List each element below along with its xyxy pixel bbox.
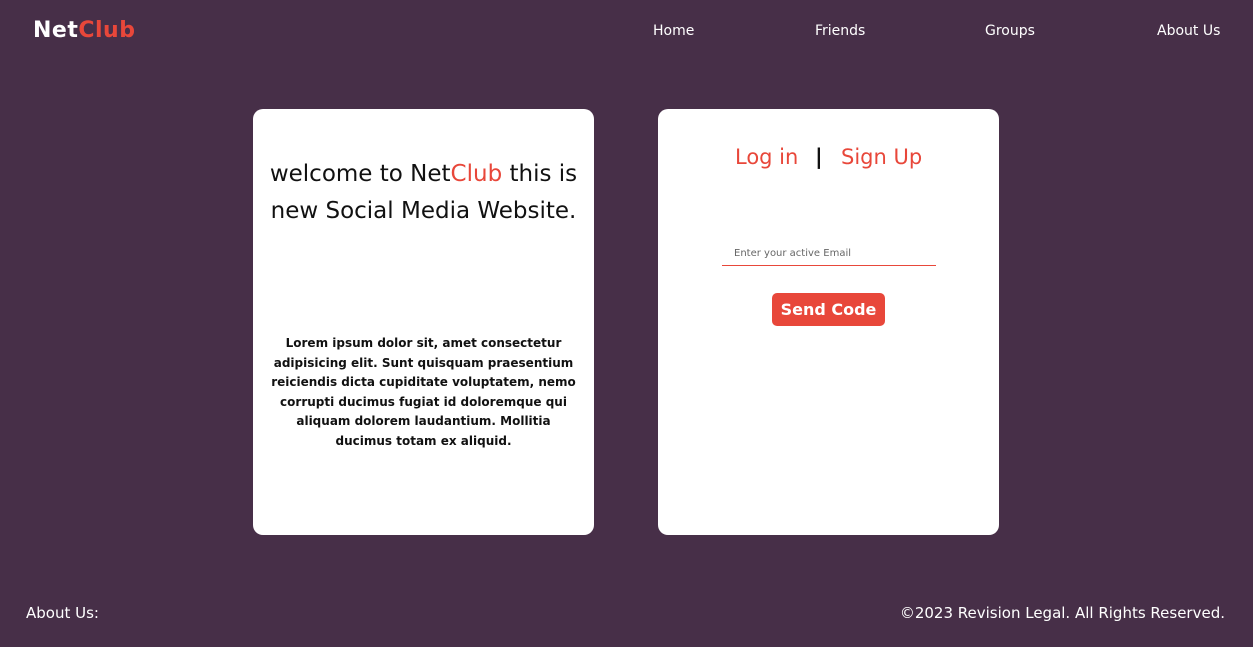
welcome-title-brand-net: Net (410, 161, 451, 187)
auth-tabs: Log in | Sign Up (658, 142, 999, 172)
auth-tab-separator: | (815, 145, 823, 169)
footer-about-us-label: About Us: (26, 604, 99, 622)
welcome-title: welcome to NetClub this is new Social Me… (267, 156, 580, 230)
tab-sign-up[interactable]: Sign Up (841, 142, 922, 172)
welcome-title-brand-club: Club (450, 161, 503, 187)
welcome-title-prefix: welcome to (269, 161, 411, 187)
nav-link-groups[interactable]: Groups (985, 22, 1035, 40)
welcome-card: welcome to NetClub this is new Social Me… (253, 109, 594, 535)
nav-link-friends[interactable]: Friends (815, 22, 865, 40)
tab-log-in[interactable]: Log in (735, 142, 798, 172)
footer-copyright: ©2023 Revision Legal. All Rights Reserve… (899, 604, 1225, 622)
email-input[interactable] (722, 242, 936, 266)
welcome-description: Lorem ipsum dolor sit, amet consectetur … (271, 336, 576, 448)
welcome-title-brand: NetClub (410, 161, 502, 187)
nav-link-about-us[interactable]: About Us (1157, 22, 1220, 40)
auth-card: Log in | Sign Up Send Code (658, 109, 999, 535)
send-code-button[interactable]: Send Code (772, 293, 885, 326)
main-nav: Home Friends Groups About Us (0, 22, 1253, 42)
nav-link-home[interactable]: Home (653, 22, 694, 40)
